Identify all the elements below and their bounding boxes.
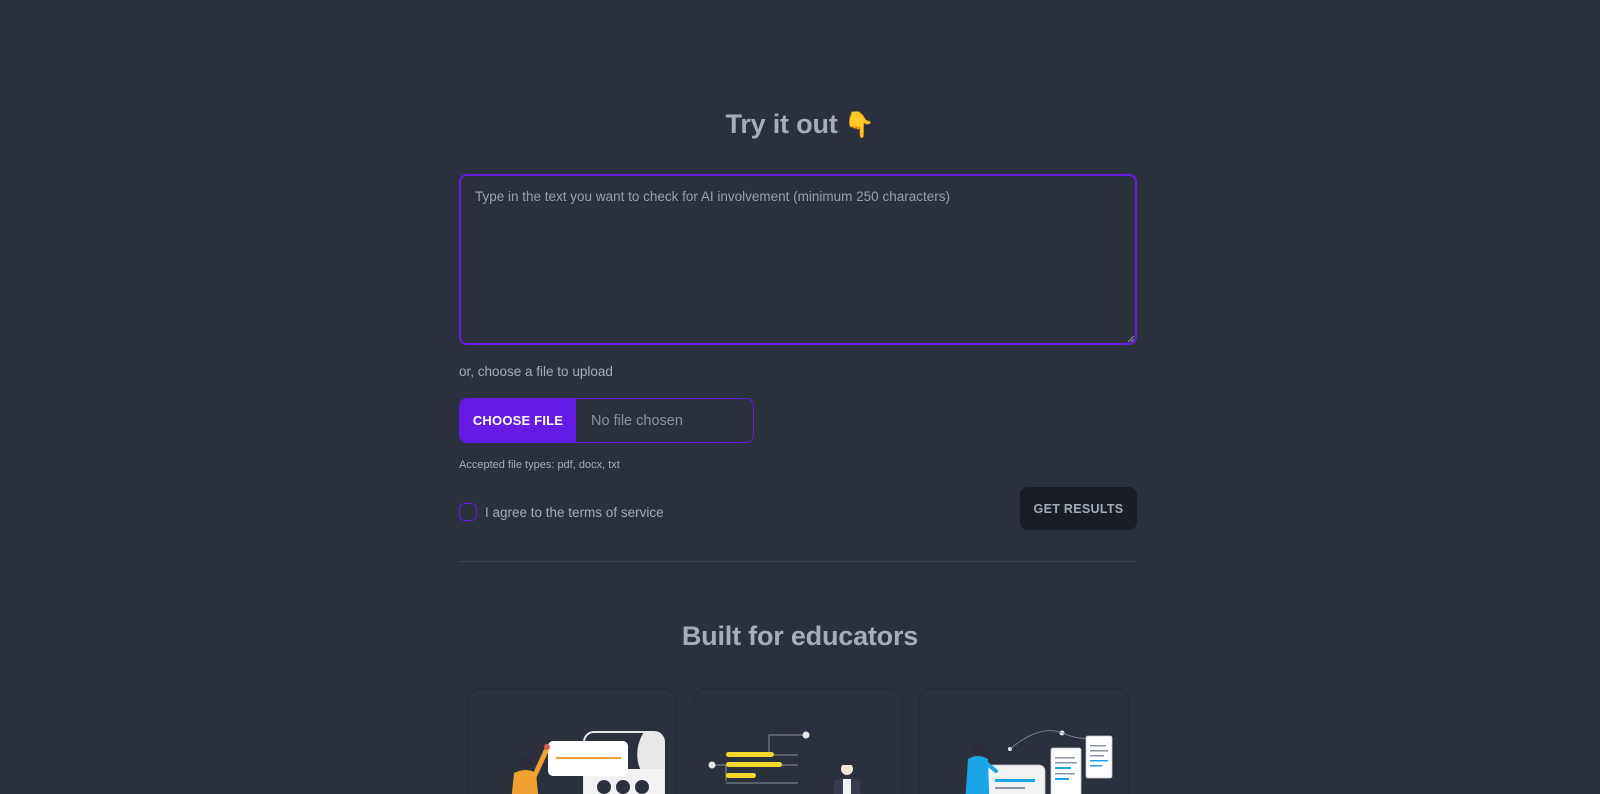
feature-card-presenter (467, 688, 677, 794)
timeline-illustration-icon (708, 731, 861, 794)
documents-illustration-icon (965, 730, 1113, 794)
try-it-out-title: Try it out (725, 109, 838, 139)
terms-checkbox[interactable] (459, 503, 477, 521)
try-it-out-heading: Try it out 👇 (0, 109, 1600, 140)
file-status-text: No file chosen (591, 412, 683, 429)
educators-title: Built for educators (681, 621, 919, 651)
feature-card-timeline (693, 688, 903, 794)
feature-card-documents (919, 688, 1129, 794)
section-divider (459, 561, 1137, 562)
get-results-button[interactable]: GET RESULTS (1020, 487, 1137, 530)
choose-file-button[interactable]: CHOOSE FILE (460, 399, 576, 442)
page: Try it out👇 or, choose a file to upload … (0, 0, 1600, 794)
terms-agreement[interactable]: I agree to the terms of service (459, 503, 664, 521)
text-input[interactable] (459, 174, 1137, 345)
resize-handle-icon[interactable] (1127, 335, 1135, 343)
accepted-file-types: Accepted file types: pdf, docx, txt (459, 459, 620, 471)
pointing-down-icon: 👇 (843, 111, 875, 139)
presenter-illustration-icon (511, 731, 665, 794)
terms-label: I agree to the terms of service (485, 504, 664, 520)
upload-hint: or, choose a file to upload (459, 364, 613, 379)
file-upload-input[interactable]: CHOOSE FILE No file chosen (459, 398, 754, 443)
